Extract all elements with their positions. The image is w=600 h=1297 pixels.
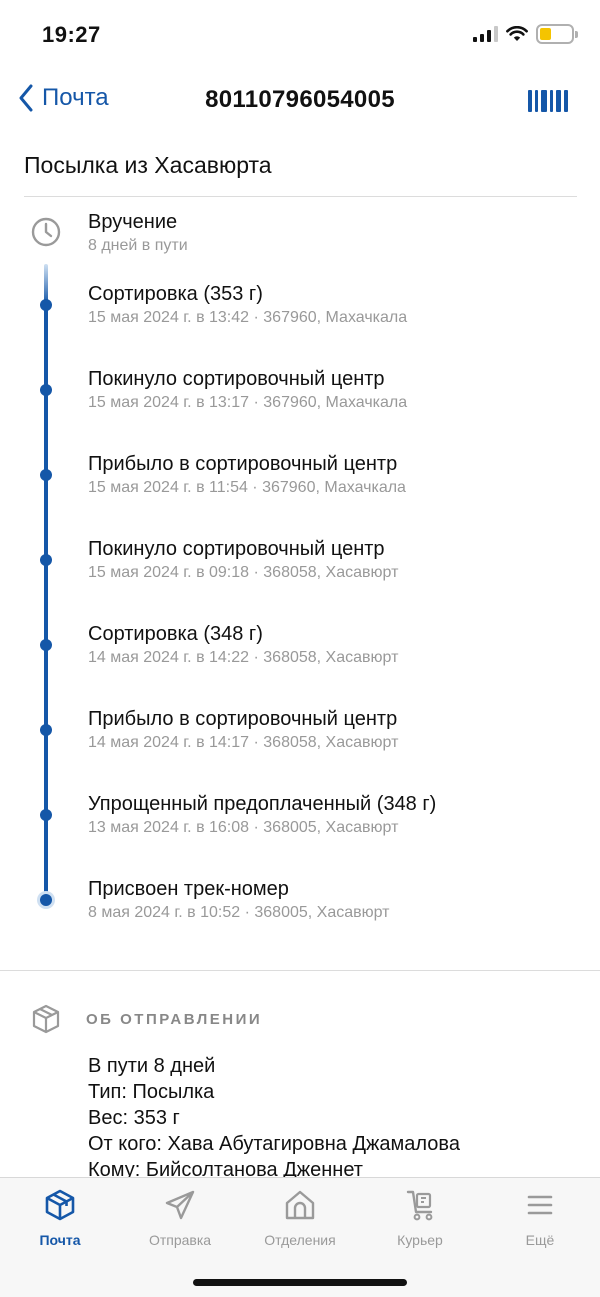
battery-icon (536, 24, 578, 44)
back-button-label: Почта (42, 84, 109, 111)
timeline-event[interactable]: Присвоен трек-номер 8 мая 2024 г. в 10:5… (88, 877, 390, 923)
status-time: 19:27 (42, 22, 101, 47)
about-sender: От кого: Хава Абутагировна Джамалова (88, 1133, 460, 1155)
timeline-event[interactable]: Упрощенный предоплаченный (348 г) 13 мая… (88, 792, 436, 838)
home-indicator[interactable] (193, 1279, 407, 1286)
event-details: 8 мая 2024 г. в 10:52 · 368005, Хасавюрт (88, 904, 390, 921)
chevron-left-icon (19, 84, 33, 112)
wifi-icon (506, 26, 528, 41)
event-title: Прибыло в сортировочный центр (88, 708, 398, 730)
status-bar: 19:27 (0, 0, 600, 70)
tab-offices[interactable]: Отделения (240, 1188, 360, 1248)
event-details: 15 мая 2024 г. в 09:18 · 368058, Хасавюр… (88, 564, 399, 581)
timeline-line (44, 264, 48, 900)
timeline-dot (40, 894, 52, 906)
current-status: Вручение 8 дней в пути (88, 210, 188, 256)
timeline-event[interactable]: Покинуло сортировочный центр 15 мая 2024… (88, 367, 407, 413)
timeline-dot (40, 469, 52, 481)
tracking-timeline: Вручение 8 дней в пути Сортировка (353 г… (0, 196, 600, 936)
timeline-dot (40, 299, 52, 311)
clock-icon (31, 217, 61, 247)
event-title: Присвоен трек-номер (88, 878, 289, 900)
about-section-heading: ОБ ОТПРАВЛЕНИИ (86, 1011, 263, 1028)
timeline-event[interactable]: Покинуло сортировочный центр 15 мая 2024… (88, 537, 398, 583)
timeline-event[interactable]: Прибыло в сортировочный центр 14 мая 202… (88, 707, 398, 753)
tab-label: Ещё (525, 1232, 555, 1248)
event-details: 15 мая 2024 г. в 13:17 · 367960, Махачка… (88, 394, 408, 411)
event-title: Сортировка (353 г) (88, 283, 263, 305)
tab-label: Курьер (397, 1232, 443, 1248)
tab-label: Отправка (148, 1232, 212, 1248)
timeline-event[interactable]: Прибыло в сортировочный центр 15 мая 202… (88, 452, 406, 498)
tab-label: Почта (39, 1232, 81, 1248)
tab-more[interactable]: Ещё (480, 1188, 600, 1248)
status-icons (473, 24, 578, 44)
tab-label: Отделения (264, 1232, 336, 1248)
timeline-event[interactable]: Сортировка (348 г) 14 мая 2024 г. в 14:2… (88, 622, 398, 668)
cellular-signal-icon (473, 26, 498, 42)
about-weight: Вес: 353 г (88, 1107, 180, 1129)
courier-cart-icon (406, 1190, 433, 1221)
timeline-dot (40, 724, 52, 736)
section-divider (0, 970, 600, 971)
barcode-button[interactable] (528, 90, 568, 112)
parcel-title: Посылка из Хасавюрта (24, 152, 272, 178)
tab-mail[interactable]: Почта (0, 1188, 120, 1248)
timeline-dot (40, 554, 52, 566)
current-status-title: Вручение (88, 211, 178, 233)
timeline-dot (40, 384, 52, 396)
nav-bar: 80110796054005 Почта (0, 78, 600, 126)
event-details: 13 мая 2024 г. в 16:08 · 368005, Хасавюр… (88, 819, 399, 836)
event-details: 14 мая 2024 г. в 14:22 · 368058, Хасавюр… (88, 649, 399, 666)
post-office-icon (285, 1190, 315, 1220)
timeline-event[interactable]: Сортировка (353 г) 15 мая 2024 г. в 13:4… (88, 282, 407, 328)
event-title: Прибыло в сортировочный центр (88, 453, 398, 475)
event-title: Упрощенный предоплаченный (348 г) (88, 793, 437, 815)
menu-icon (527, 1195, 553, 1215)
timeline-dot (40, 809, 52, 821)
event-title: Покинуло сортировочный центр (88, 538, 385, 560)
event-details: 15 мая 2024 г. в 11:54 · 367960, Махачка… (88, 479, 406, 496)
event-title: Сортировка (348 г) (88, 623, 263, 645)
event-details: 15 мая 2024 г. в 13:42 · 367960, Махачка… (88, 309, 408, 326)
about-transit-days: В пути 8 дней (88, 1055, 216, 1077)
event-details: 14 мая 2024 г. в 14:17 · 368058, Хасавюр… (88, 734, 399, 751)
current-status-subtitle: 8 дней в пути (88, 237, 188, 254)
about-type: Тип: Посылка (88, 1081, 215, 1103)
about-details: В пути 8 дней Тип: Посылка Вес: 353 г От… (88, 1053, 460, 1183)
package-icon (32, 1004, 60, 1034)
event-title: Покинуло сортировочный центр (88, 368, 385, 390)
tab-courier[interactable]: Курьер (360, 1188, 480, 1248)
tab-send[interactable]: Отправка (120, 1188, 240, 1248)
paper-plane-icon (165, 1190, 195, 1220)
timeline-dot (40, 639, 52, 651)
back-button[interactable]: Почта (18, 84, 109, 112)
parcel-box-icon (45, 1189, 75, 1221)
